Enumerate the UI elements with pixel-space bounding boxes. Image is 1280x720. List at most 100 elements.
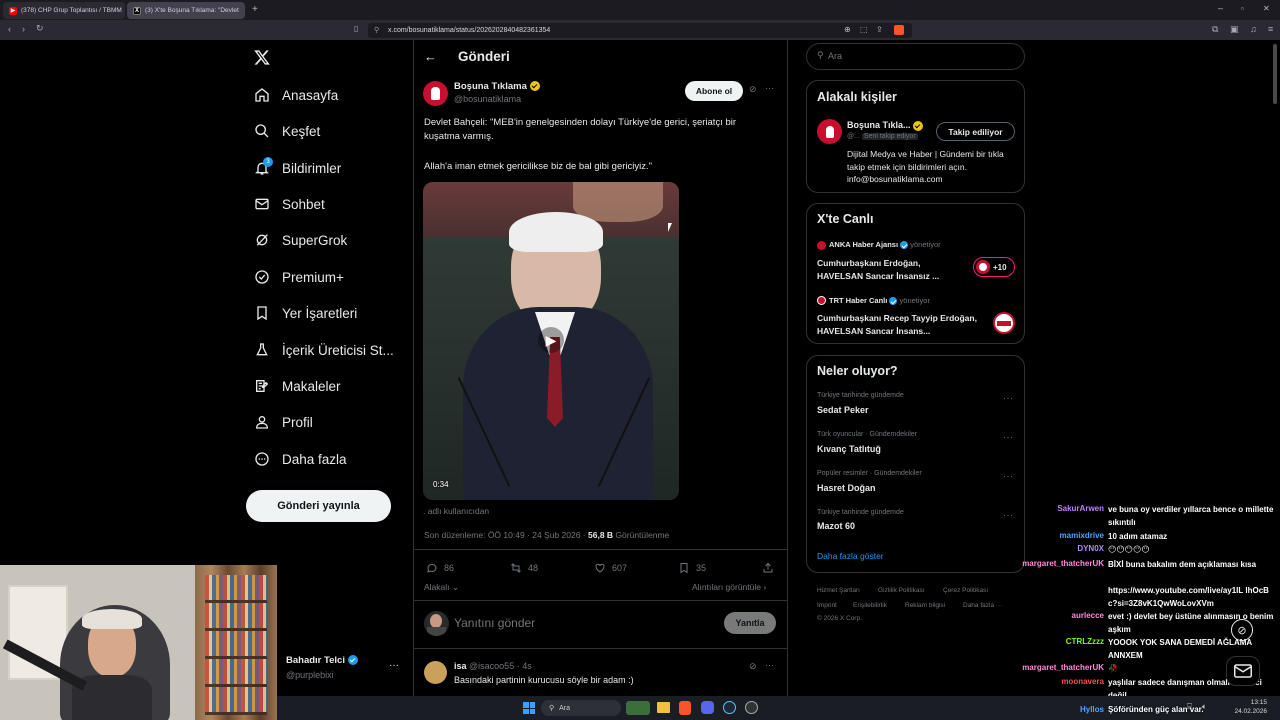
search-box[interactable]: ⚲ Ara bbox=[806, 43, 1025, 70]
widget-icon[interactable] bbox=[626, 701, 650, 715]
close-window-icon[interactable]: ✕ bbox=[1263, 4, 1270, 13]
footer-link[interactable]: Hizmet Şartları bbox=[817, 587, 860, 594]
view-quotes-link[interactable]: Alıntıları görüntüle › bbox=[692, 582, 766, 592]
minimize-icon[interactable]: – bbox=[1218, 3, 1223, 13]
post-button[interactable]: Gönderi yayınla bbox=[246, 490, 391, 522]
screenshot-icon[interactable]: ⬚ bbox=[860, 25, 868, 34]
bookmark-page-icon[interactable]: ▯ bbox=[354, 24, 358, 33]
brave-icon[interactable] bbox=[679, 701, 691, 715]
file-explorer-icon[interactable] bbox=[657, 702, 670, 713]
retweet-action[interactable]: 48 bbox=[510, 562, 538, 574]
browser-tab-x[interactable]: X (3) X'te Boşuna Tıklama: "Devlet ✕ bbox=[127, 2, 245, 19]
trend-title[interactable]: Hasret Doğan bbox=[817, 483, 876, 493]
scrollbar-thumb[interactable] bbox=[1273, 44, 1277, 104]
forward-icon[interactable]: › bbox=[22, 24, 25, 34]
footer-link[interactable]: Imprint bbox=[817, 602, 837, 609]
nav-label: Daha fazla bbox=[282, 451, 347, 467]
following-button[interactable]: Takip ediliyor bbox=[936, 122, 1015, 141]
menu-icon[interactable]: ≡ bbox=[1268, 24, 1273, 34]
live-host-1[interactable]: ANKA Haber Ajansı yönetiyor bbox=[829, 240, 941, 250]
back-arrow-icon[interactable]: ← bbox=[424, 49, 437, 64]
footer-link[interactable]: Reklam bilgisi bbox=[905, 602, 945, 609]
share-action[interactable] bbox=[762, 562, 780, 574]
more-icon[interactable]: ··· bbox=[765, 83, 774, 93]
taskbar-search[interactable]: ⚲ Ara bbox=[541, 700, 621, 716]
bookmark-action[interactable]: 35 bbox=[678, 562, 706, 574]
x-logo[interactable] bbox=[253, 49, 271, 71]
nav-creator-studio[interactable]: İçerik Üreticisi St... bbox=[254, 338, 394, 362]
trend-more-icon[interactable]: ··· bbox=[1003, 510, 1014, 520]
trend-title[interactable]: Kıvanç Tatlıtuğ bbox=[817, 444, 881, 454]
brave-shield-icon[interactable] bbox=[894, 25, 904, 35]
grok-icon[interactable]: ⊘ bbox=[749, 661, 757, 672]
trend-title[interactable]: Mazot 60 bbox=[817, 521, 855, 531]
video-attribution[interactable]: . adlı kullanıcıdan bbox=[423, 506, 489, 516]
nav-articles[interactable]: Makaleler bbox=[254, 374, 341, 398]
share-icon[interactable]: ⇪ bbox=[876, 25, 883, 34]
live-title-2[interactable]: Cumhurbaşkanı Recep Tayyip Erdoğan, HAVE… bbox=[817, 312, 987, 337]
related-dropdown[interactable]: Alakalı ⌄ bbox=[424, 582, 459, 593]
more-icon[interactable]: ··· bbox=[765, 660, 774, 670]
user-avatar[interactable] bbox=[424, 611, 449, 636]
reply-action[interactable]: 86 bbox=[426, 562, 454, 574]
live-listeners-1[interactable]: +10 bbox=[973, 257, 1015, 277]
nav-home[interactable]: Anasayfa bbox=[254, 83, 338, 107]
show-more-link[interactable]: Daha fazla göster bbox=[817, 551, 884, 561]
nav-bookmarks[interactable]: Yer İşaretleri bbox=[254, 301, 357, 325]
reply-button[interactable]: Yanıtla bbox=[724, 612, 776, 634]
obs-icon[interactable] bbox=[745, 701, 758, 714]
wallet-icon[interactable]: ▣ bbox=[1230, 24, 1239, 35]
nav-premium[interactable]: Premium+ bbox=[254, 265, 344, 289]
new-tab-icon[interactable]: + bbox=[252, 4, 258, 15]
nav-supergrok[interactable]: SuperGrok bbox=[254, 228, 347, 252]
play-icon[interactable]: ▶ bbox=[538, 327, 564, 353]
account-name[interactable]: Bahadır Telci bbox=[286, 655, 358, 666]
nav-more[interactable]: Daha fazla bbox=[254, 447, 347, 471]
maximize-icon[interactable]: ▫ bbox=[1241, 4, 1244, 13]
nav-profile[interactable]: Profil bbox=[254, 410, 313, 434]
author-name[interactable]: Boşuna Tıklama bbox=[454, 81, 540, 92]
extensions-icon[interactable]: ⧉ bbox=[1212, 24, 1218, 35]
grok-fab-icon[interactable]: ⊘ bbox=[1231, 619, 1253, 641]
messages-fab[interactable] bbox=[1226, 656, 1260, 686]
live-host-2[interactable]: TRT Haber Canlı yönetiyor bbox=[829, 296, 930, 306]
footer-link[interactable]: Gizlilik Politikası bbox=[878, 587, 925, 594]
tweet-video[interactable]: ▶ 0:34 bbox=[423, 182, 679, 500]
media-icon[interactable]: ♫ bbox=[1250, 24, 1257, 34]
trend-title[interactable]: Sedat Peker bbox=[817, 405, 869, 415]
like-action[interactable]: 607 bbox=[594, 562, 627, 574]
browser-tab-youtube[interactable]: ▶ (378) CHP Grup Toplantısı / TBMM bbox=[3, 2, 125, 19]
reply-input[interactable]: Yanıtını gönder bbox=[454, 616, 535, 630]
back-icon[interactable]: ‹ bbox=[8, 24, 11, 34]
trt-live-avatar[interactable] bbox=[993, 312, 1015, 334]
related-name[interactable]: Boşuna Tıkla... bbox=[847, 120, 924, 131]
windows-start-icon[interactable] bbox=[523, 702, 535, 714]
footer-link[interactable]: Daha fazla ··· bbox=[963, 602, 1002, 609]
author-avatar[interactable] bbox=[423, 81, 448, 106]
nav-chat[interactable]: Sohbet bbox=[254, 192, 325, 216]
clock[interactable]: 13:15 24.02.2026 bbox=[1227, 698, 1267, 716]
reload-icon[interactable]: ↻ bbox=[36, 23, 44, 34]
address-bar[interactable]: ⚲ x.com/bosunatiklama/status/20262028404… bbox=[368, 23, 912, 38]
subscribe-button[interactable]: Abone ol bbox=[685, 81, 743, 101]
reply-author[interactable]: isa @isacoo55 · 4s bbox=[454, 661, 532, 671]
footer-link[interactable]: Çerez Politikası bbox=[943, 587, 988, 594]
related-label: Alakalı bbox=[424, 582, 450, 592]
zoom-icon[interactable]: ⊕ bbox=[844, 25, 851, 34]
account-more-icon[interactable]: ··· bbox=[389, 660, 399, 671]
trend-more-icon[interactable]: ··· bbox=[1003, 393, 1014, 403]
related-avatar[interactable] bbox=[817, 119, 842, 144]
live-title-1[interactable]: Cumhurbaşkanı Erdoğan, HAVELSAN Sancar İ… bbox=[817, 257, 967, 282]
discord-icon[interactable] bbox=[701, 701, 714, 714]
close-tab-icon[interactable]: ✕ bbox=[239, 7, 246, 15]
nav-notifications[interactable]: 3 Bildirimler bbox=[254, 156, 341, 180]
grok-icon[interactable]: ⊘ bbox=[749, 84, 757, 95]
edited-label[interactable]: Son düzenleme: bbox=[424, 530, 485, 540]
trt-logo-bar bbox=[997, 321, 1011, 326]
trend-more-icon[interactable]: ··· bbox=[1003, 432, 1014, 442]
footer-link[interactable]: Erişilebilirlik bbox=[853, 602, 887, 609]
reply-avatar[interactable] bbox=[424, 661, 447, 684]
trend-more-icon[interactable]: ··· bbox=[1003, 471, 1014, 481]
nav-explore[interactable]: Keşfet bbox=[254, 119, 320, 143]
steam-icon[interactable] bbox=[723, 701, 736, 714]
